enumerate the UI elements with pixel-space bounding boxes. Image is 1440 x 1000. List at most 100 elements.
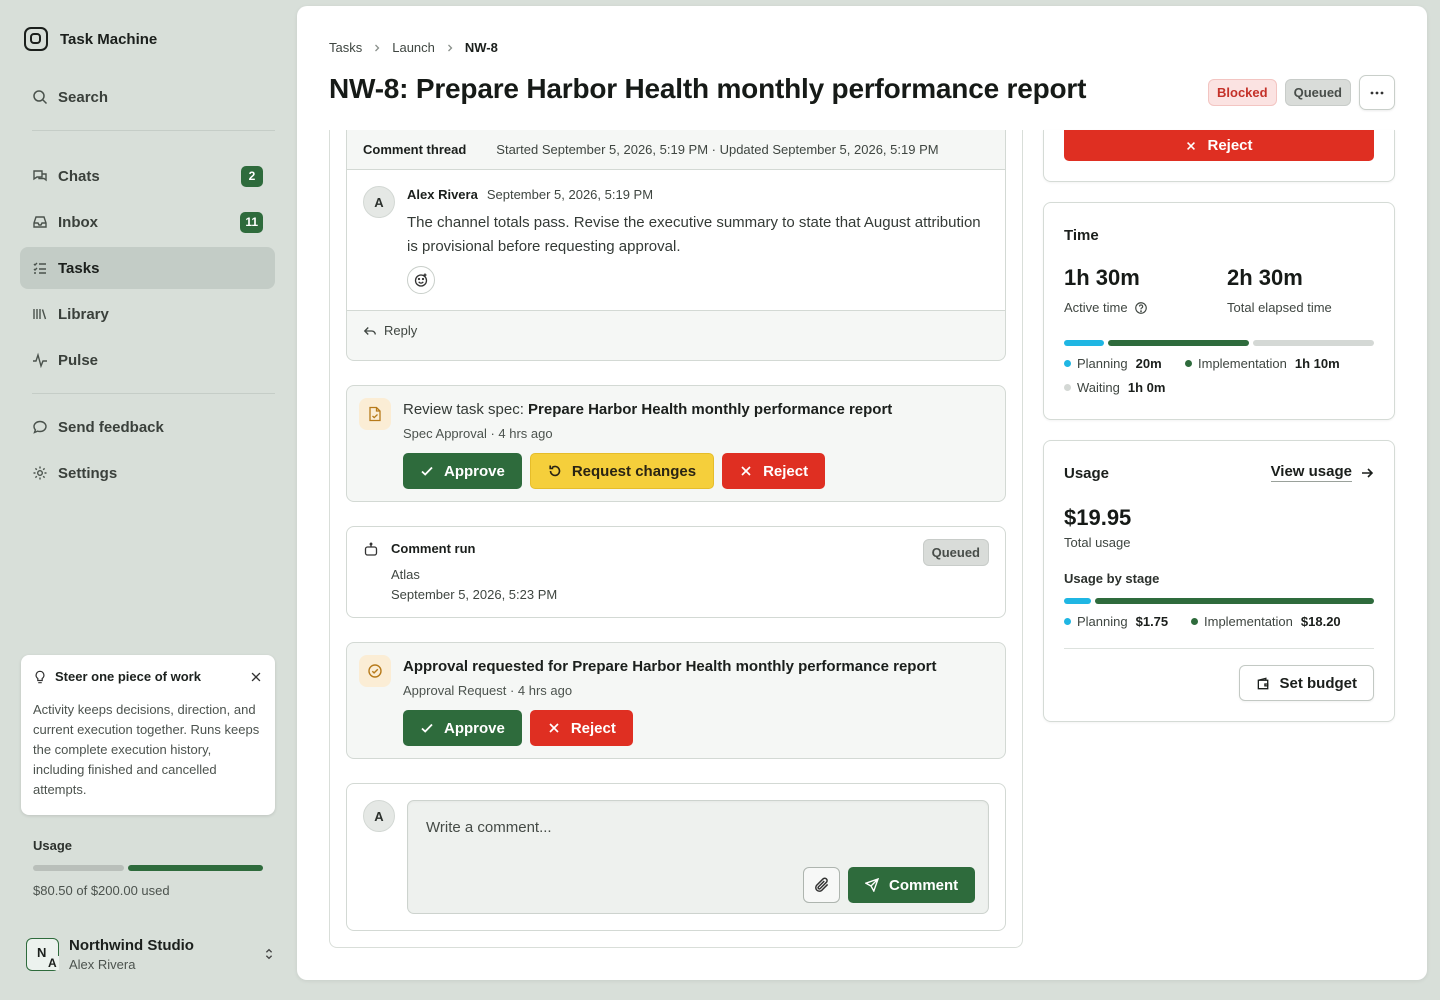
- divider: [32, 393, 275, 394]
- document-icon: [359, 398, 391, 430]
- legend-label: Planning: [1077, 356, 1128, 371]
- button-label: Reject: [570, 719, 616, 737]
- legend-value: 20m: [1135, 356, 1162, 371]
- active-time-value: 1h 30m: [1064, 265, 1140, 290]
- legend-dot: [1185, 360, 1192, 367]
- total-usage-label: Total usage: [1064, 535, 1131, 550]
- button-label: Approve: [444, 462, 505, 480]
- check-circle-icon: [359, 655, 391, 687]
- legend-label: Waiting: [1077, 380, 1120, 395]
- total-usage-value: $19.95: [1064, 505, 1132, 530]
- activity-feed[interactable]: Comment thread Started September 5, 2026…: [329, 130, 1023, 948]
- request-changes-button[interactable]: Request changes: [529, 453, 715, 489]
- reply-button[interactable]: Reply: [363, 323, 417, 338]
- avatar: A: [363, 800, 395, 832]
- legend-label: Implementation: [1204, 614, 1293, 629]
- app-logo-icon: [24, 27, 48, 51]
- set-budget-button[interactable]: Set budget: [1238, 665, 1374, 701]
- reject-button[interactable]: Reject: [722, 453, 826, 489]
- breadcrumb-launch[interactable]: Launch: [392, 40, 435, 55]
- wallet-icon: [1257, 677, 1268, 689]
- run-agent: Atlas: [391, 567, 420, 582]
- lightbulb-icon: [35, 670, 45, 683]
- arrow-right-icon: [1362, 467, 1374, 478]
- comment-submit-button[interactable]: Comment: [848, 867, 976, 903]
- smiley-icon: [414, 273, 428, 287]
- comment-text: The channel totals pass. Revise the exec…: [407, 214, 981, 255]
- legend-waiting: Waiting 1h 0m: [1064, 380, 1165, 395]
- comment-input[interactable]: [426, 819, 966, 836]
- breadcrumb-tasks[interactable]: Tasks: [329, 40, 362, 55]
- time-title: Time: [1064, 227, 1099, 244]
- sidebar-item-label: Pulse: [58, 351, 99, 369]
- reject-button[interactable]: Reject: [1064, 130, 1374, 161]
- comment-time: September 5, 2026, 5:19 PM: [486, 187, 654, 202]
- legend-implementation: Implementation $18.20: [1191, 614, 1341, 629]
- close-icon[interactable]: [249, 670, 263, 684]
- reply-label: Reply: [384, 323, 418, 338]
- legend-implementation: Implementation 1h 10m: [1185, 356, 1340, 371]
- add-reaction-button[interactable]: [407, 266, 435, 294]
- more-options-button[interactable]: [1359, 75, 1395, 110]
- sidebar-item-chats[interactable]: Chats 2: [20, 155, 275, 197]
- settings-label: Settings: [58, 464, 118, 482]
- view-usage-link[interactable]: View usage: [1270, 463, 1374, 482]
- approve-button[interactable]: Approve: [403, 453, 522, 489]
- bar-segment-implementation: [1095, 598, 1374, 604]
- bar-segment-planning: [1064, 598, 1091, 604]
- search-icon: [33, 90, 48, 105]
- spec-review-name: Prepare Harbor Health monthly performanc…: [528, 401, 893, 418]
- legend-value: $1.75: [1135, 614, 1169, 629]
- attach-button[interactable]: [803, 867, 840, 903]
- sidebar-item-label: Library: [58, 305, 109, 323]
- workspace-switcher[interactable]: N A Northwind Studio Alex Rivera: [26, 934, 276, 974]
- avatar: A: [363, 186, 395, 218]
- usage-remaining-segment: [128, 865, 263, 871]
- legend-label: Implementation: [1198, 356, 1287, 371]
- comment-box: Comment: [407, 800, 989, 914]
- sidebar: Task Machine Search Chats 2 Inbox 11 Tas…: [0, 0, 296, 1000]
- legend-value: 1h 10m: [1294, 356, 1340, 371]
- comment: A Alex Rivera September 5, 2026, 5:19 PM…: [347, 170, 1005, 311]
- check-icon: [421, 466, 433, 476]
- spec-review-prefix: Review task spec:: [403, 401, 529, 418]
- actions-card: Reject: [1043, 130, 1395, 182]
- close-icon: [741, 466, 751, 476]
- thread-header: Comment thread Started September 5, 2026…: [347, 130, 1005, 170]
- sidebar-item-pulse[interactable]: Pulse: [20, 339, 275, 381]
- close-icon: [1187, 141, 1196, 150]
- send-feedback-button[interactable]: Send feedback: [20, 406, 275, 448]
- label-text: Active time: [1064, 300, 1128, 315]
- robot-icon: [364, 542, 378, 556]
- sidebar-item-label: Chats: [58, 167, 100, 185]
- pulse-icon: [33, 352, 47, 368]
- help-icon[interactable]: [1134, 301, 1148, 315]
- usage-used-segment: [33, 865, 124, 871]
- app-name: Task Machine: [60, 30, 158, 48]
- spec-review-sub: Spec Approval · 4 hrs ago: [403, 426, 553, 441]
- sidebar-item-inbox[interactable]: Inbox 11: [20, 201, 275, 243]
- chats-icon: [33, 170, 47, 182]
- ellipsis-icon: [1370, 91, 1384, 94]
- sidebar-item-tasks[interactable]: Tasks: [20, 247, 275, 289]
- link-label: View usage: [1270, 463, 1352, 482]
- legend-planning: Planning 20m: [1064, 356, 1162, 371]
- bar-segment-planning: [1064, 340, 1104, 346]
- search-button[interactable]: Search: [20, 76, 275, 118]
- sidebar-item-library[interactable]: Library: [20, 293, 275, 335]
- brand[interactable]: Task Machine: [24, 27, 157, 51]
- approve-button[interactable]: Approve: [403, 710, 522, 746]
- legend-label: Planning: [1077, 614, 1128, 629]
- legend-dot: [1064, 618, 1071, 625]
- feedback-label: Send feedback: [58, 418, 164, 436]
- chevron-right-icon: [447, 44, 453, 51]
- settings-button[interactable]: Settings: [20, 452, 275, 494]
- tip-title: Steer one piece of work: [55, 669, 201, 684]
- approval-sub: Approval Request · 4 hrs ago: [403, 683, 573, 698]
- legend-planning: Planning $1.75: [1064, 614, 1168, 629]
- spec-review-title: Review task spec: Prepare Harbor Health …: [403, 401, 892, 418]
- reject-button[interactable]: Reject: [529, 710, 633, 746]
- library-icon: [33, 309, 47, 320]
- tip-body: Activity keeps decisions, direction, and…: [33, 702, 260, 797]
- spec-review-card: Review task spec: Prepare Harbor Health …: [346, 385, 1006, 502]
